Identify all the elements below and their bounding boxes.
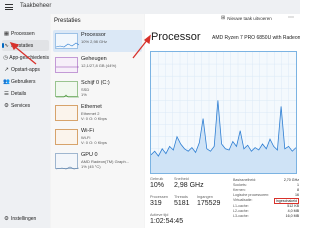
users-icon: 👥 [3, 78, 10, 85]
list-icon: ☰ [4, 90, 9, 97]
resource-sub2: 1% (45 °C) [81, 164, 101, 169]
panel-title: Prestaties [54, 18, 81, 24]
resource-item-gpu[interactable]: GPU 0 AMD Radeon(TM) Graph... 1% (45 °C) [53, 150, 142, 172]
gear-icon: ⚙ [4, 215, 9, 222]
grid-icon: ▦ [3, 30, 10, 37]
hamburger-icon[interactable] [3, 2, 15, 12]
stat-processes: Processen 319 [150, 195, 168, 207]
resource-sub2: 1% [81, 92, 87, 97]
nav-item-app-geschiedenis[interactable]: ◷ App-geschiedenis [2, 52, 49, 63]
detail-logical-processors: Logische processoren: 16 [233, 193, 299, 197]
run-task-label: Nieuwe taak uitvoeren [227, 15, 272, 21]
cpu-usage-graph [150, 51, 297, 174]
detail-cores: Kernen: 8 [233, 188, 299, 192]
stat-label: Ingangen [197, 195, 213, 199]
resource-sub: 10% 2,98 GHz [81, 38, 108, 44]
main-content: ⊞ Nieuwe taak uitvoeren ⋯ Processor AMD … [145, 14, 300, 228]
stat-label: Gebruik [150, 177, 164, 181]
resource-item-wifi[interactable]: Wi-Fi Wi-Fi V: 0 O: 0 Kbps [53, 126, 142, 148]
startup-icon: ↗ [4, 66, 9, 73]
services-icon: ⚙ [4, 102, 9, 109]
detail-sockets: Sockets: 1 [233, 183, 299, 187]
navigation-pane: ▦ Processen ∿ Prestaties ◷ App-geschiede… [0, 14, 50, 228]
stat-threads: Threads 5181 [174, 195, 190, 207]
stat-value: 319 [150, 200, 162, 207]
detail-key: Kernen: [233, 188, 246, 192]
stat-usage: Gebruik 10% [150, 177, 164, 189]
mini-graph [55, 81, 79, 98]
title-bar: Taakbeheer [0, 0, 300, 14]
nav-item-label: Opstart-apps [11, 66, 40, 73]
page-title: Processor [151, 31, 201, 43]
detail-value: 2,70 GHz [283, 178, 299, 182]
detail-value: 512 KB [287, 204, 299, 208]
mini-graph [55, 57, 79, 73]
mini-graph [55, 153, 79, 170]
detail-value: 16,0 MB [285, 214, 299, 218]
mini-graph [55, 129, 78, 145]
resource-item-processor[interactable]: Processor 10% 2,98 GHz [53, 30, 142, 52]
nav-item-label: Gebruikers [11, 78, 36, 85]
detail-base-speed: Basissnelheid: 2,70 GHz [233, 178, 299, 182]
detail-key: L3-cache: [233, 214, 249, 218]
resource-sub2: V: 0 O: 0 Kbps [81, 116, 107, 121]
more-options-icon[interactable]: ⋯ [288, 14, 294, 21]
resource-name: Processor [81, 32, 106, 38]
history-icon: ◷ [3, 54, 9, 61]
nav-item-label: Details [11, 90, 27, 97]
resource-item-ethernet[interactable]: Ethernet Ethernet 2 V: 0 O: 0 Kbps [53, 102, 142, 124]
nav-item-label: Instellingen [11, 215, 37, 222]
stat-value: 2,98 GHz [174, 182, 204, 189]
resource-sub: 12,1/27,8 GB (44%) [81, 62, 117, 68]
stat-label: Threads [174, 195, 188, 199]
nav-item-opstart-apps[interactable]: ↗ Opstart-apps [2, 64, 49, 75]
nav-item-instellingen[interactable]: ⚙ Instellingen [2, 213, 49, 224]
stat-value: 1:02:54:45 [150, 218, 184, 225]
stat-handles: Ingangen 175529 [197, 195, 220, 207]
cpu-graph-svg [150, 52, 297, 173]
stat-label: Actieve tijd [150, 213, 169, 217]
stat-value: 5181 [174, 200, 190, 207]
app-title: Taakbeheer [20, 3, 52, 9]
nav-item-processen[interactable]: ▦ Processen [2, 28, 49, 39]
new-task-icon: ⊞ [221, 15, 226, 21]
resource-sub2: V: 0 O: 0 Kbps [81, 140, 107, 145]
detail-key: Logische processoren: [233, 193, 270, 197]
detail-value: 1 [297, 183, 299, 187]
detail-l2-cache: L2-cache: 4,0 MB [233, 209, 299, 213]
detail-key: L1-cache: [233, 204, 249, 208]
nav-item-details[interactable]: ☰ Details [2, 88, 49, 99]
task-manager-window: Taakbeheer ▦ Processen ∿ Prestaties ◷ Ap… [0, 0, 300, 228]
stat-uptime: Actieve tijd 1:02:54:45 [150, 213, 183, 225]
stat-label: Processen [150, 195, 168, 199]
nav-item-label: Processen [11, 30, 35, 37]
nav-item-label: App-geschiedenis [9, 54, 49, 61]
resource-panel: Prestaties Processor 10% 2,98 GHz Geheug… [51, 14, 144, 228]
run-new-task-button[interactable]: ⊞ Nieuwe taak uitvoeren [221, 15, 272, 21]
stat-label: Snelheid [174, 177, 189, 181]
nav-item-label: Services [11, 102, 31, 109]
detail-key: L2-cache: [233, 209, 249, 213]
stat-speed: Snelheid 2,98 GHz [174, 177, 204, 189]
stat-value: 10% [150, 182, 165, 189]
detail-l1-cache: L1-cache: 512 KB [233, 204, 299, 208]
nav-item-services[interactable]: ⚙ Services [2, 100, 49, 111]
detail-key: Basissnelheid: [233, 178, 257, 182]
detail-l3-cache: L3-cache: 16,0 MB [233, 214, 299, 218]
cpu-model: AMD Ryzen 7 PRO 6850U with Radeon Grap..… [212, 35, 300, 41]
stat-value: 175529 [197, 200, 221, 207]
detail-value: 16 [295, 193, 299, 197]
nav-item-prestaties[interactable]: ∿ Prestaties [2, 40, 49, 51]
performance-icon: ∿ [4, 42, 9, 49]
detail-value: 4,0 MB [287, 209, 299, 213]
nav-item-label: Prestaties [11, 42, 34, 49]
detail-value: 8 [297, 188, 299, 192]
nav-item-gebruikers[interactable]: 👥 Gebruikers [2, 76, 49, 87]
mini-graph [55, 105, 78, 121]
mini-graph [55, 33, 79, 49]
resource-item-disk[interactable]: Schijf 0 (C:) SSD 1% [53, 78, 142, 100]
resource-name: Schijf 0 (C:) [81, 80, 110, 86]
resource-item-memory[interactable]: Geheugen 12,1/27,8 GB (44%) [53, 54, 142, 76]
detail-key: Sockets: [233, 183, 247, 187]
